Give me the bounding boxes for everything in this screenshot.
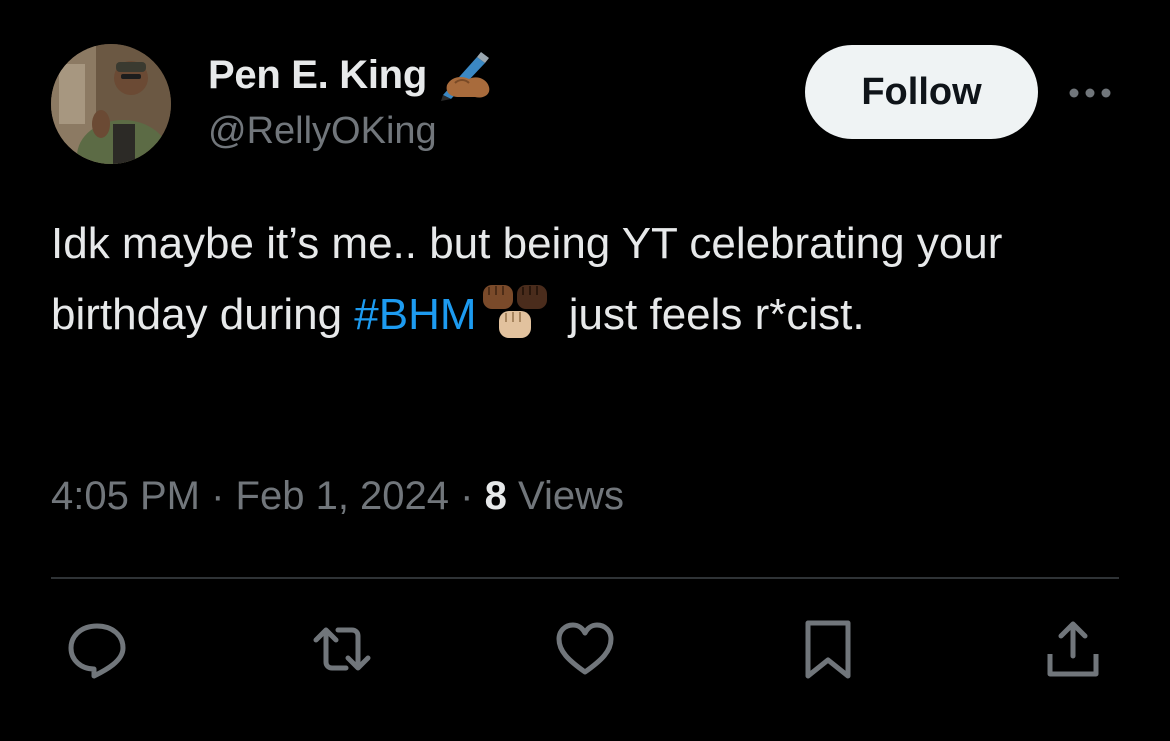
more-horizontal-icon[interactable] (1066, 82, 1114, 104)
views-count: 8 (484, 474, 507, 518)
follow-button[interactable]: Follow (805, 45, 1038, 139)
author-display-name[interactable]: Pen E. King (208, 53, 427, 98)
reply-button[interactable] (66, 618, 128, 680)
bookmark-button[interactable] (797, 618, 859, 680)
raised-fists-emoji (482, 285, 547, 338)
avatar[interactable] (51, 44, 171, 164)
meta-separator: · (211, 474, 225, 518)
meta-separator: · (460, 474, 474, 518)
tweet-date[interactable]: Feb 1, 2024 (236, 474, 450, 518)
like-icon (556, 622, 614, 675)
author-name-row: Pen E. King (208, 50, 493, 101)
retweet-icon (313, 627, 371, 671)
divider (51, 577, 1119, 579)
tweet-text: Idk maybe it’s me.. but being YT celebra… (51, 208, 1131, 350)
tweet-text-part2: just feels r*cist. (556, 290, 865, 339)
reply-icon (68, 623, 126, 679)
author-handle[interactable]: @RellyOKing (208, 110, 437, 153)
tweet-time[interactable]: 4:05 PM (51, 474, 200, 518)
bookmark-icon (805, 620, 851, 679)
views-label: Views (518, 474, 624, 518)
avatar-image (51, 44, 171, 164)
share-button[interactable] (1042, 618, 1104, 680)
like-button[interactable] (554, 618, 616, 680)
writing-hand-emoji (440, 52, 490, 101)
hashtag-link[interactable]: #BHM (354, 290, 476, 339)
retweet-button[interactable] (311, 618, 373, 680)
share-icon (1047, 621, 1099, 677)
tweet-meta: 4:05 PM · Feb 1, 2024 · 8 Views (51, 474, 624, 519)
